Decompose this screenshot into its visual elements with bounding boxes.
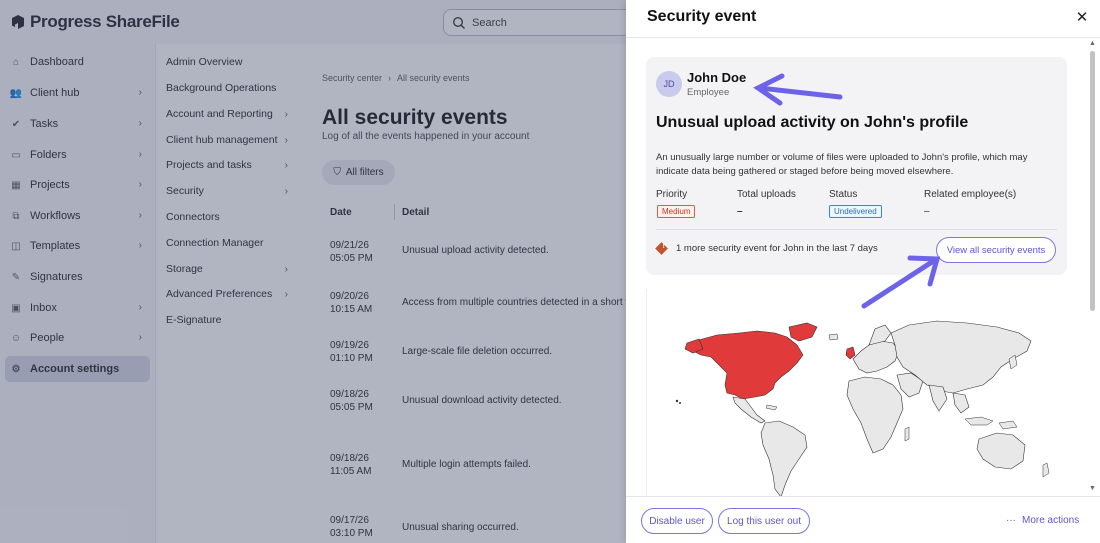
related-employees-label: Related employee(s) [924, 189, 1017, 200]
scroll-down-icon[interactable]: ▼ [1089, 485, 1096, 492]
scroll-thumb[interactable] [1090, 51, 1095, 311]
map-region-greenland [788, 322, 818, 342]
status-label: Status [829, 189, 858, 200]
modal-backdrop[interactable] [0, 0, 626, 543]
event-summary-card: JD John Doe Employee Unusual upload acti… [646, 57, 1067, 275]
total-uploads-value: – [737, 206, 743, 217]
more-actions-label: More actions [1022, 515, 1080, 526]
map-region-south-america [760, 420, 808, 496]
user-name: John Doe [687, 70, 747, 85]
map-region-uk [845, 346, 856, 360]
drawer-scrollbar[interactable]: ▲ ▼ [1088, 38, 1098, 496]
related-employees-value: – [924, 206, 930, 217]
map-region-europe [852, 340, 900, 374]
ellipsis-icon: ··· [1006, 515, 1016, 526]
drawer-footer: Disable user Log this user out ··· More … [626, 496, 1100, 543]
status-badge: Undelivered [829, 205, 882, 218]
event-description: An unusually large number or volume of f… [656, 152, 1028, 177]
map-region-africa [846, 376, 904, 454]
more-actions-button[interactable]: ··· More actions [1006, 515, 1079, 526]
total-uploads-label: Total uploads [737, 189, 796, 200]
priority-badge: Medium [657, 205, 696, 218]
scroll-up-icon[interactable]: ▲ [1089, 40, 1096, 47]
map-region-central-america [732, 396, 766, 424]
event-title: Unusual upload activity on John's profil… [656, 114, 969, 131]
more-events-text: 1 more security event for John in the la… [676, 243, 878, 254]
avatar: JD [656, 71, 682, 97]
view-all-security-events-button[interactable]: View all security events [936, 237, 1056, 263]
map-region-north-america [692, 330, 804, 400]
drawer-body: JD John Doe Employee Unusual upload acti… [626, 38, 1100, 496]
card-divider [656, 229, 1057, 230]
warning-icon [655, 242, 668, 255]
disable-user-button[interactable]: Disable user [641, 508, 713, 534]
log-user-out-button[interactable]: Log this user out [718, 508, 810, 534]
world-map-graphic [675, 320, 1050, 496]
priority-label: Priority [656, 189, 688, 200]
close-icon[interactable]: ✕ [1075, 10, 1089, 25]
map-region-australia [976, 432, 1026, 470]
security-event-drawer: Security event ✕ JD John Doe Employee Un… [626, 0, 1100, 543]
world-map [646, 289, 1067, 496]
drawer-title: Security event [647, 8, 757, 25]
user-role: Employee [687, 87, 730, 98]
